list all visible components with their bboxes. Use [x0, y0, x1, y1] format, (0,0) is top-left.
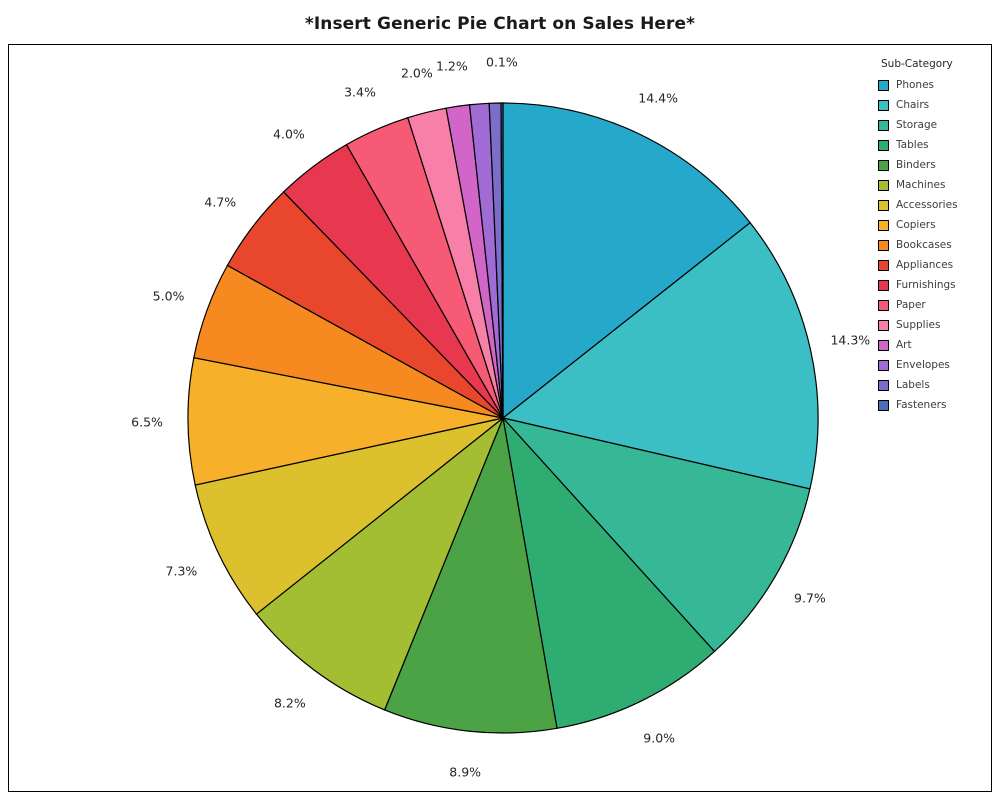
slice-percent-label: 6.5% — [131, 414, 163, 430]
slice-percent-label: 5.0% — [152, 288, 185, 304]
legend-item[interactable]: Art — [878, 335, 990, 355]
legend-item-label: Binders — [896, 159, 936, 171]
legend-item[interactable]: Storage — [878, 115, 990, 135]
legend-swatch-icon — [878, 159, 889, 171]
legend-item[interactable]: Labels — [878, 375, 990, 395]
legend-item-label: Accessories — [896, 199, 958, 211]
legend-item[interactable]: Phones — [878, 75, 990, 95]
legend-item[interactable]: Binders — [878, 155, 990, 175]
legend-item[interactable]: Envelopes — [878, 355, 990, 375]
slice-percent-label: 2.0% — [401, 65, 433, 81]
legend-title: Sub-Category — [881, 58, 953, 70]
legend-item[interactable]: Tables — [878, 135, 990, 155]
legend-swatch-icon — [878, 259, 889, 271]
legend-item-label: Phones — [896, 79, 934, 91]
legend-item[interactable]: Paper — [878, 295, 990, 315]
slice-percent-label: 14.4% — [638, 90, 679, 106]
slice-percent-label: 7.3% — [165, 563, 198, 579]
legend-swatch-icon — [878, 79, 889, 91]
legend-item[interactable]: Appliances — [878, 255, 990, 275]
legend-item-label: Copiers — [896, 219, 936, 231]
legend-item[interactable]: Bookcases — [878, 235, 990, 255]
legend-item[interactable]: Machines — [878, 175, 990, 195]
legend-swatch-icon — [878, 299, 889, 311]
legend-item-label: Bookcases — [896, 239, 952, 251]
legend-item-label: Appliances — [896, 259, 954, 271]
legend-item[interactable]: Fasteners — [878, 395, 990, 415]
legend-item-label: Envelopes — [896, 359, 950, 371]
slice-percent-label: 4.0% — [273, 126, 305, 142]
legend-swatch-icon — [878, 319, 889, 331]
slice-percent-label: 9.0% — [643, 730, 676, 746]
slice-percent-label: 9.7% — [794, 590, 826, 606]
legend-item-label: Tables — [896, 139, 929, 151]
legend-swatch-icon — [878, 199, 889, 211]
slice-percent-label: 8.9% — [449, 764, 482, 780]
legend: Sub-Category Phones Chairs Storage Tables Bi… — [878, 58, 990, 415]
legend-item[interactable]: Copiers — [878, 215, 990, 235]
legend-item[interactable]: Supplies — [878, 315, 990, 335]
slice-percent-label: 14.3% — [830, 332, 871, 348]
slice-percent-label: 4.7% — [204, 194, 237, 210]
legend-swatch-icon — [878, 99, 889, 111]
legend-item-label: Labels — [896, 379, 930, 391]
legend-item-label: Chairs — [896, 99, 930, 111]
slice-percent-label: 3.4% — [344, 84, 376, 100]
figure-canvas: *Insert Generic Pie Chart on Sales Here*… — [0, 0, 1000, 800]
legend-item-label: Storage — [896, 119, 938, 131]
legend-items: Phones Chairs Storage Tables Binders Machines… — [878, 75, 990, 415]
legend-swatch-icon — [878, 399, 889, 411]
legend-swatch-icon — [878, 139, 889, 151]
legend-item-label: Paper — [896, 299, 926, 311]
legend-swatch-icon — [878, 239, 889, 251]
legend-item-label: Art — [896, 339, 912, 351]
legend-swatch-icon — [878, 359, 889, 371]
legend-item-label: Machines — [896, 179, 946, 191]
legend-item-label: Furnishings — [896, 279, 956, 291]
slice-percent-label: 0.1% — [485, 54, 518, 70]
legend-item[interactable]: Accessories — [878, 195, 990, 215]
legend-swatch-icon — [878, 179, 889, 191]
legend-item[interactable]: Furnishings — [878, 275, 990, 295]
pie-chart: 14.4% 14.3% 9.7% 9.0% 8.9% 8.2% 7.3% 6.5% 5.0% 4.… — [8, 44, 992, 792]
legend-swatch-icon — [878, 279, 889, 291]
legend-item[interactable]: Chairs — [878, 95, 990, 115]
page-title: *Insert Generic Pie Chart on Sales Here* — [304, 14, 696, 34]
legend-item-label: Supplies — [896, 319, 941, 331]
legend-swatch-icon — [878, 219, 889, 231]
legend-swatch-icon — [878, 379, 889, 391]
legend-swatch-icon — [878, 339, 889, 351]
slice-percent-label: 1.2% — [436, 58, 468, 74]
legend-swatch-icon — [878, 119, 889, 131]
slice-percent-label: 8.2% — [273, 695, 306, 711]
legend-item-label: Fasteners — [896, 399, 947, 411]
